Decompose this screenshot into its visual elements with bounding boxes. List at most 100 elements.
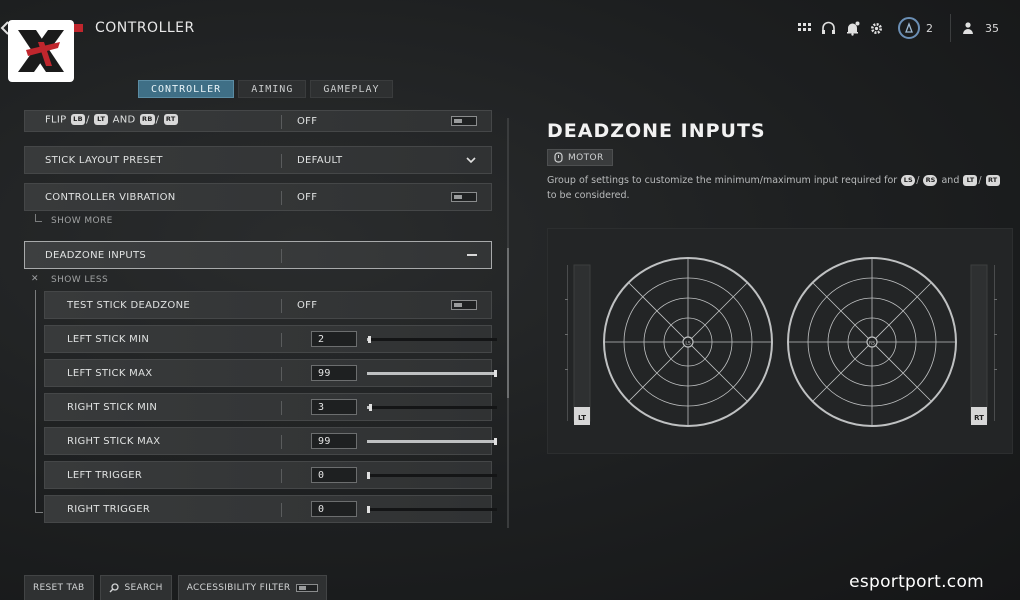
- test-stick-toggle[interactable]: [451, 300, 477, 310]
- row-separator: [281, 154, 282, 168]
- row-separator: [281, 299, 282, 313]
- bottom-action-bar: RESET TAB SEARCH ACCESSIBILITY FILTER: [24, 575, 328, 600]
- deadzone-visualizer-graphic: LT RT LS RS: [565, 257, 997, 427]
- slider-knob[interactable]: [367, 335, 371, 343]
- reset-tab-label: RESET TAB: [33, 583, 85, 593]
- detail-description: Group of settings to customize the minim…: [547, 173, 1013, 203]
- test-stick-label: TEST STICK DEADZONE: [67, 299, 190, 311]
- vibration-row[interactable]: CONTROLLER VIBRATION OFF: [24, 183, 492, 211]
- right-stick-min-label: RIGHT STICK MIN: [67, 401, 158, 413]
- left-stick-max-slider[interactable]: [367, 369, 497, 377]
- right-stick-min-slider[interactable]: [367, 403, 497, 411]
- slider-knob[interactable]: [368, 403, 372, 411]
- ls-button-glyph: LS: [901, 175, 916, 186]
- tab-controller[interactable]: CONTROLLER: [138, 80, 235, 98]
- left-stick-min-row[interactable]: LEFT STICK MIN 2: [44, 325, 497, 353]
- search-label: SEARCH: [124, 583, 163, 593]
- left-stick-max-row[interactable]: LEFT STICK MAX 99: [44, 359, 497, 387]
- row-separator: [281, 333, 282, 347]
- left-stick-min-input[interactable]: 2: [311, 331, 357, 347]
- deadzone-visualizer: LT RT LS RS: [547, 228, 1013, 454]
- headset-icon[interactable]: [816, 16, 840, 40]
- left-stick-min-label: LEFT STICK MIN: [67, 333, 150, 345]
- scrollbar-thumb[interactable]: [507, 248, 509, 398]
- row-separator: [281, 435, 282, 449]
- x-logo-icon: [8, 20, 74, 82]
- slider-knob[interactable]: [367, 505, 370, 513]
- detail-title: DEADZONE INPUTS: [547, 120, 766, 142]
- search-icon: [109, 583, 119, 593]
- show-more-link[interactable]: SHOW MORE: [51, 216, 113, 226]
- row-separator: [281, 115, 282, 129]
- right-trigger-slider[interactable]: [367, 505, 497, 513]
- controller-motor-icon: [554, 152, 563, 163]
- row-separator: [281, 367, 282, 381]
- show-less-link[interactable]: SHOW LESS: [51, 275, 108, 285]
- left-stick-max-label: LEFT STICK MAX: [67, 367, 153, 379]
- vibration-toggle[interactable]: [451, 192, 477, 202]
- left-trigger-slider[interactable]: [367, 471, 497, 479]
- chevron-down-icon[interactable]: [465, 154, 477, 166]
- right-stick-min-row[interactable]: RIGHT STICK MIN 3: [44, 393, 497, 421]
- flip-setting-label: FLIP LB / LT AND RB / RT: [45, 114, 179, 126]
- settings-scrollbar[interactable]: [507, 118, 509, 528]
- accessibility-filter-label: ACCESSIBILITY FILTER: [186, 583, 291, 593]
- lt-button-glyph: LT: [963, 175, 978, 186]
- bell-icon[interactable]: [840, 16, 864, 40]
- right-trigger-meter: RT: [970, 264, 997, 425]
- reset-tab-button[interactable]: RESET TAB: [24, 575, 94, 600]
- right-trigger-meter-label: RT: [974, 414, 984, 422]
- tab-gameplay[interactable]: GAMEPLAY: [310, 80, 393, 98]
- search-button[interactable]: SEARCH: [99, 575, 172, 600]
- player-level-badge[interactable]: 2: [898, 17, 939, 39]
- right-stick-max-input[interactable]: 99: [311, 433, 357, 449]
- slider-knob[interactable]: [493, 437, 497, 445]
- deadzone-inputs-row[interactable]: DEADZONE INPUTS: [24, 241, 492, 269]
- friends-button[interactable]: 35: [950, 14, 1012, 42]
- flip-toggle[interactable]: [451, 116, 477, 126]
- flip-label-text: FLIP: [45, 114, 67, 126]
- right-stick-max-label: RIGHT STICK MAX: [67, 435, 161, 447]
- slider-knob[interactable]: [367, 471, 370, 479]
- accessibility-filter-toggle[interactable]: [296, 584, 319, 592]
- friends-count: 35: [985, 21, 999, 35]
- rt-button-glyph: RT: [163, 114, 178, 125]
- row-separator: [281, 249, 282, 263]
- stick-layout-row[interactable]: STICK LAYOUT PRESET DEFAULT: [24, 146, 492, 174]
- desc-text-end: to be considered.: [547, 190, 630, 201]
- left-trigger-meter: LT: [565, 264, 591, 425]
- flip-setting-row[interactable]: FLIP LB / LT AND RB / RT OFF: [24, 110, 492, 132]
- slider-knob[interactable]: [493, 369, 497, 377]
- right-trigger-input[interactable]: 0: [311, 501, 357, 517]
- watermark: esportport.com: [849, 572, 984, 592]
- test-stick-row[interactable]: TEST STICK DEADZONE OFF: [44, 291, 492, 319]
- vibration-label: CONTROLLER VIBRATION: [45, 191, 176, 203]
- right-stick-min-input[interactable]: 3: [311, 399, 357, 415]
- left-stick-min-slider[interactable]: [367, 335, 497, 343]
- deadzone-inputs-label: DEADZONE INPUTS: [45, 249, 146, 261]
- right-stick-max-row[interactable]: RIGHT STICK MAX 99: [44, 427, 497, 455]
- show-less-close-icon[interactable]: ✕: [31, 274, 39, 284]
- lb-button-glyph: LB: [71, 114, 85, 125]
- row-separator: [281, 191, 282, 205]
- row-separator: [281, 503, 282, 517]
- slider-fill: [367, 439, 496, 443]
- tab-aiming[interactable]: AIMING: [238, 80, 307, 98]
- gear-icon[interactable]: [864, 16, 888, 40]
- right-trigger-row[interactable]: RIGHT TRIGGER 0: [44, 495, 497, 523]
- vibration-value: OFF: [297, 191, 318, 203]
- friends-icon: [963, 22, 973, 34]
- left-trigger-input[interactable]: 0: [311, 467, 357, 483]
- tree-line: [35, 290, 36, 513]
- brand-accent: [73, 24, 83, 32]
- left-trigger-row[interactable]: LEFT TRIGGER 0: [44, 461, 497, 489]
- right-stick-max-slider[interactable]: [367, 437, 497, 445]
- header-icons: 2: [792, 14, 939, 42]
- collapse-minus-icon[interactable]: [467, 254, 477, 256]
- left-stick-max-input[interactable]: 99: [311, 365, 357, 381]
- accessibility-filter-button[interactable]: ACCESSIBILITY FILTER: [177, 575, 328, 600]
- grid-icon[interactable]: [792, 16, 816, 40]
- row-separator: [281, 401, 282, 415]
- stick-layout-label: STICK LAYOUT PRESET: [45, 154, 163, 166]
- settings-tabs: CONTROLLER AIMING GAMEPLAY: [138, 80, 393, 98]
